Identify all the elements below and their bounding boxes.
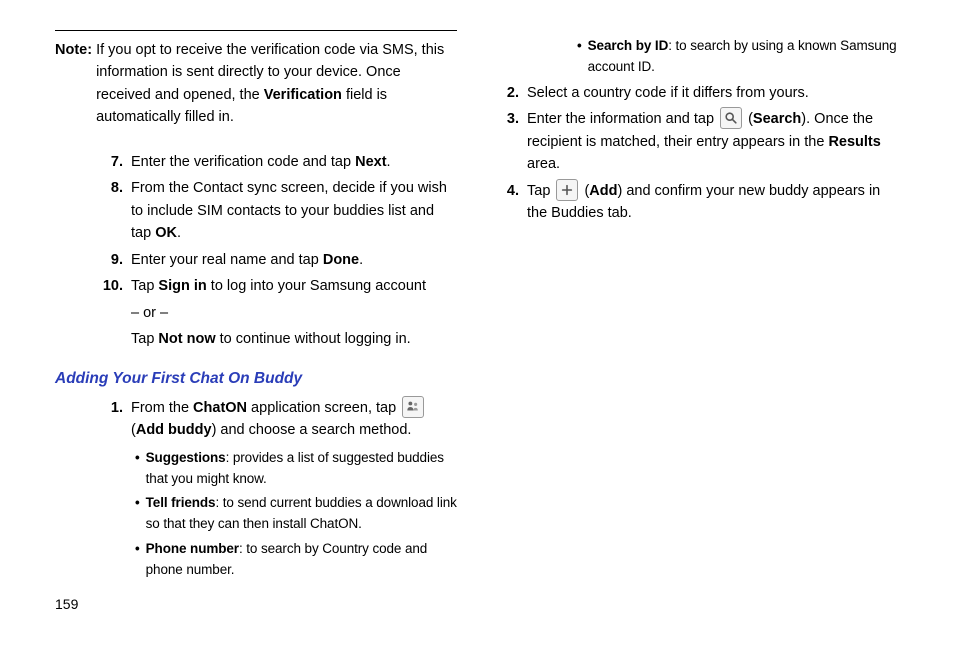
add-buddy-steps: 1. From the ChatON application screen, t… xyxy=(55,397,457,585)
search-method-list: •Suggestions: provides a list of suggest… xyxy=(131,448,457,582)
bullet-phone-number: •Phone number: to search by Country code… xyxy=(131,539,457,581)
add-icon xyxy=(556,179,578,201)
step-4: 4. Tap (Add) and confirm your new buddy … xyxy=(497,180,899,225)
note-label: Note: xyxy=(55,39,96,129)
search-icon xyxy=(720,107,742,129)
search-method-list-cont: •Search by ID: to search by using a know… xyxy=(543,36,899,78)
step-10: 10. Tap Sign in to log into your Samsung… xyxy=(101,275,457,350)
step-7: 7. Enter the verification code and tap N… xyxy=(101,151,457,173)
step-3: 3. Enter the information and tap (Search… xyxy=(497,108,899,175)
add-step-1: 1. From the ChatON application screen, t… xyxy=(101,397,457,585)
left-column: Note: If you opt to receive the verifica… xyxy=(55,30,457,589)
bullet-suggestions: •Suggestions: provides a list of suggest… xyxy=(131,448,457,490)
add-buddy-icon xyxy=(402,396,424,418)
step-2: 2. Select a country code if it differs f… xyxy=(497,82,899,104)
page-content: Note: If you opt to receive the verifica… xyxy=(0,0,954,649)
step-9: 9. Enter your real name and tap Done. xyxy=(101,249,457,271)
right-steps: 2. Select a country code if it differs f… xyxy=(497,82,899,225)
section-heading: Adding Your First Chat On Buddy xyxy=(55,367,457,391)
bullet-tell-friends: •Tell friends: to send current buddies a… xyxy=(131,493,457,535)
note-block: Note: If you opt to receive the verifica… xyxy=(55,30,457,129)
step-8: 8. From the Contact sync screen, decide … xyxy=(101,177,457,244)
bullet-search-by-id: •Search by ID: to search by using a know… xyxy=(573,36,899,78)
verification-steps: 7. Enter the verification code and tap N… xyxy=(55,151,457,351)
note-text: If you opt to receive the verification c… xyxy=(96,39,457,129)
right-column: •Search by ID: to search by using a know… xyxy=(497,30,899,589)
page-number: 159 xyxy=(55,594,78,616)
or-divider: – or – xyxy=(131,302,457,324)
